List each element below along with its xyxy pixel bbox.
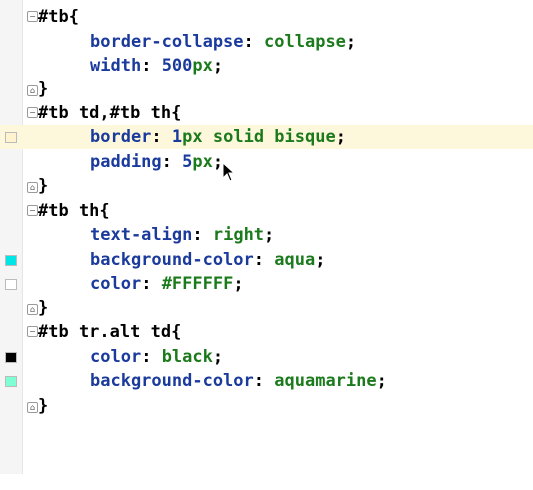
css-property: border	[90, 127, 152, 147]
css-property: color	[90, 347, 142, 367]
open-brace: {	[68, 7, 79, 27]
color-swatch-black	[5, 352, 17, 363]
code-line: − #tb tr.alt td{	[0, 320, 533, 344]
css-selector: #tb	[38, 7, 69, 27]
css-selector: #tb th	[38, 201, 100, 221]
css-property: background-color	[90, 371, 254, 391]
code-line: width: 500px;	[90, 56, 224, 76]
css-property: color	[90, 274, 142, 294]
css-value: aquamarine	[274, 371, 377, 391]
fold-end-icon[interactable]: ⌂	[27, 304, 38, 315]
css-number: 500	[161, 56, 193, 76]
color-swatch-white	[5, 279, 17, 290]
code-line: − #tb th{	[0, 199, 533, 223]
fold-collapse-icon[interactable]: −	[27, 11, 38, 22]
fold-end-icon[interactable]: ⌂	[27, 402, 38, 413]
css-selector: #tb tr.alt td	[38, 322, 172, 342]
open-brace: {	[99, 201, 110, 221]
code-line: ⌂ }	[0, 77, 533, 101]
code-line: padding: 5px;	[90, 152, 224, 172]
css-value: collapse	[264, 32, 346, 52]
css-number: 5	[182, 152, 193, 172]
code-line: ⌂ }	[0, 174, 533, 198]
code-line: background-color: aqua;	[0, 248, 533, 272]
css-unit: px	[192, 56, 213, 76]
css-code-editor[interactable]: − #tb{ border-collapse: collapse; width:…	[0, 0, 533, 474]
color-swatch-aqua	[5, 255, 17, 266]
code-line: − #tb{	[0, 5, 533, 29]
css-value: aqua	[274, 250, 316, 270]
css-value: black	[161, 347, 213, 367]
close-brace: }	[38, 176, 49, 196]
open-brace: {	[171, 103, 182, 123]
code-line: − #tb td,#tb th{	[0, 101, 533, 125]
css-value: px solid bisque	[182, 127, 336, 147]
css-property: border-collapse	[90, 32, 244, 52]
close-brace: }	[38, 396, 49, 416]
css-value: #FFFFFF	[161, 274, 234, 294]
code-line: background-color: aquamarine;	[0, 369, 533, 393]
code-line: ⌂ }	[0, 296, 533, 320]
close-brace: }	[38, 298, 49, 318]
css-value: right	[212, 225, 265, 245]
css-unit: px	[192, 152, 213, 172]
css-property: width	[90, 56, 142, 76]
close-brace: }	[38, 79, 49, 99]
color-swatch-aquamarine	[5, 376, 17, 387]
code-line: border-collapse: collapse;	[90, 32, 357, 52]
fold-collapse-icon[interactable]: −	[27, 326, 38, 337]
fold-collapse-icon[interactable]: −	[27, 205, 38, 216]
code-line: color: black;	[0, 345, 533, 369]
open-brace: {	[171, 322, 182, 342]
mouse-pointer-icon	[222, 162, 236, 182]
code-line: color: #FFFFFF;	[0, 272, 533, 296]
css-number: 1	[171, 127, 183, 147]
css-selector: #tb td,#tb th	[38, 103, 172, 123]
code-line: ⌂ }	[0, 394, 533, 418]
fold-end-icon[interactable]: ⌂	[27, 182, 38, 193]
code-line: text-align: right;	[90, 225, 275, 245]
css-property: background-color	[90, 250, 254, 270]
css-property: padding	[90, 152, 162, 172]
fold-collapse-icon[interactable]: −	[27, 107, 38, 118]
current-code-line: border: 1px solid bisque;	[0, 125, 533, 149]
bookmark-marker[interactable]	[5, 132, 17, 143]
css-property: text-align	[90, 225, 193, 245]
fold-end-icon[interactable]: ⌂	[27, 85, 38, 96]
